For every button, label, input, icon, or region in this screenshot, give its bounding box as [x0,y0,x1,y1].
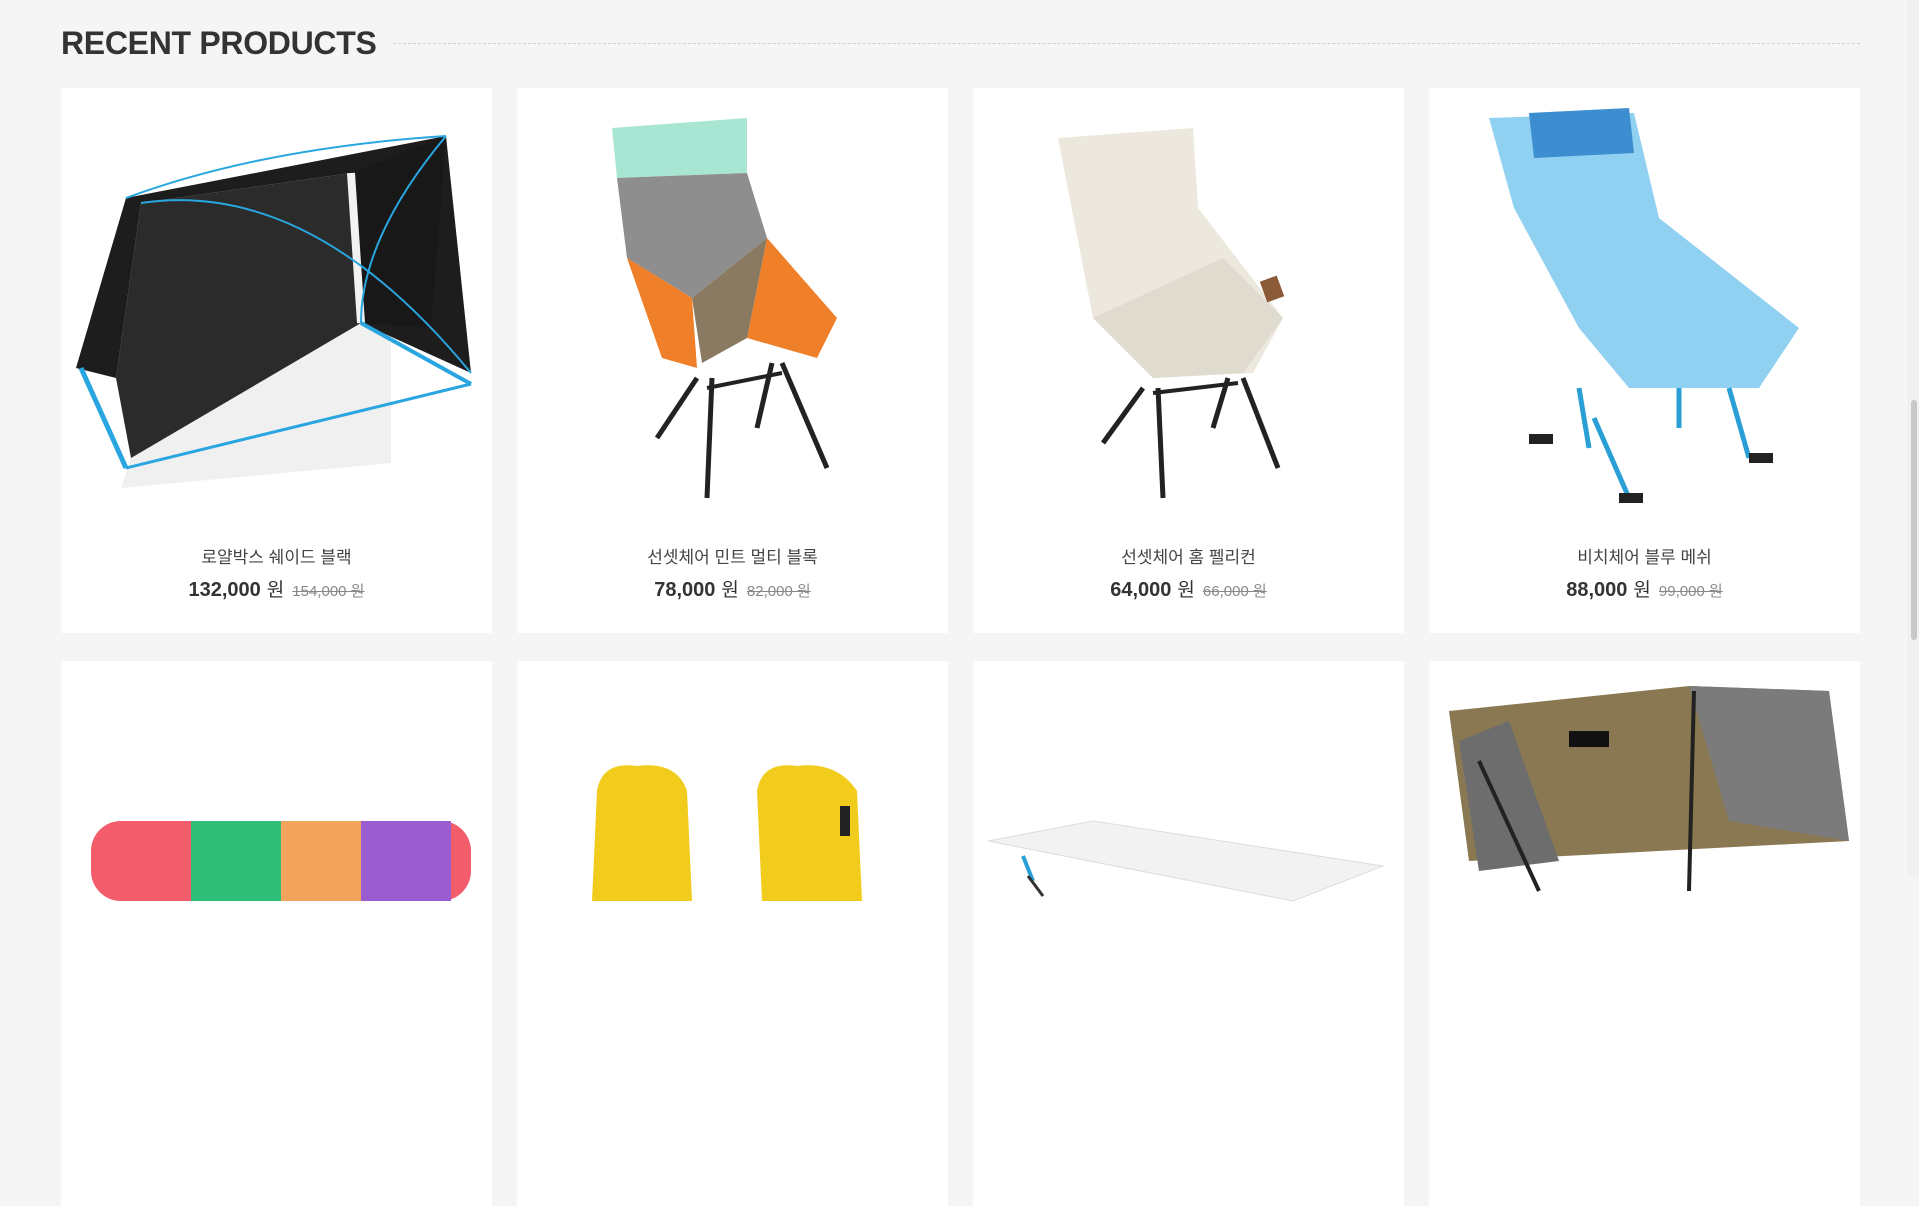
price-line: 88,000 원 99,000 원 [1429,575,1860,602]
price-line: 78,000 원 82,000 원 [517,575,948,602]
currency-label: 원 [1633,580,1651,601]
mint-chair-image[interactable] [517,88,948,528]
product-card[interactable]: 로얄박스 쉐이드 블랙 132,000 원 154,000 원 [61,88,492,633]
yellow-gloves-image[interactable] [517,661,948,1101]
olive-chair-image[interactable] [1429,661,1860,1101]
scrollbar-thumb[interactable] [1911,400,1917,640]
section-divider [392,42,1860,44]
sale-price: 64,000 [1110,579,1172,601]
beige-chair-image[interactable] [973,88,1404,528]
product-card[interactable]: 선셋체어 홈 펠리컨 64,000 원 66,000 원 [973,88,1404,633]
currency-label: 원 [1177,580,1195,601]
original-price: 99,000 원 [1658,583,1723,600]
product-name[interactable]: 비치체어 블루 메쉬 [1429,543,1860,568]
blue-mesh-chair-image[interactable] [1429,88,1860,528]
page-scrollbar[interactable] [1907,0,1919,876]
section-title: RECENT PRODUCTS [61,24,377,61]
product-card[interactable]: 선셋체어 민트 멀티 블록 78,000 원 82,000 원 [517,88,948,633]
section-header: RECENT PRODUCTS [61,18,1860,68]
sale-price: 88,000 [1566,579,1628,601]
currency-label: 원 [721,580,739,601]
original-price: 82,000 원 [746,583,811,600]
original-price: 66,000 원 [1202,583,1267,600]
product-name[interactable]: 로얄박스 쉐이드 블랙 [61,543,492,568]
price-line: 132,000 원 154,000 원 [61,575,492,602]
shade-tent-image[interactable] [61,88,492,528]
product-grid: 로얄박스 쉐이드 블랙 132,000 원 154,000 원 선셋체어 민트 멀티… [61,88,1860,1206]
product-card[interactable] [61,661,492,1206]
original-price: 154,000 원 [292,583,365,600]
sale-price: 78,000 [654,579,716,601]
currency-label: 원 [266,580,285,601]
sale-price: 132,000 [188,579,261,601]
white-cot-image[interactable] [973,661,1404,1101]
product-card[interactable] [973,661,1404,1206]
price-line: 64,000 원 66,000 원 [973,575,1404,602]
product-card[interactable] [517,661,948,1206]
product-name[interactable]: 선셋체어 홈 펠리컨 [973,543,1404,568]
product-card[interactable] [1429,661,1860,1206]
product-name[interactable]: 선셋체어 민트 멀티 블록 [517,543,948,568]
product-card[interactable]: 비치체어 블루 메쉬 88,000 원 99,000 원 [1429,88,1860,633]
patterned-mat-image[interactable] [61,661,492,1101]
